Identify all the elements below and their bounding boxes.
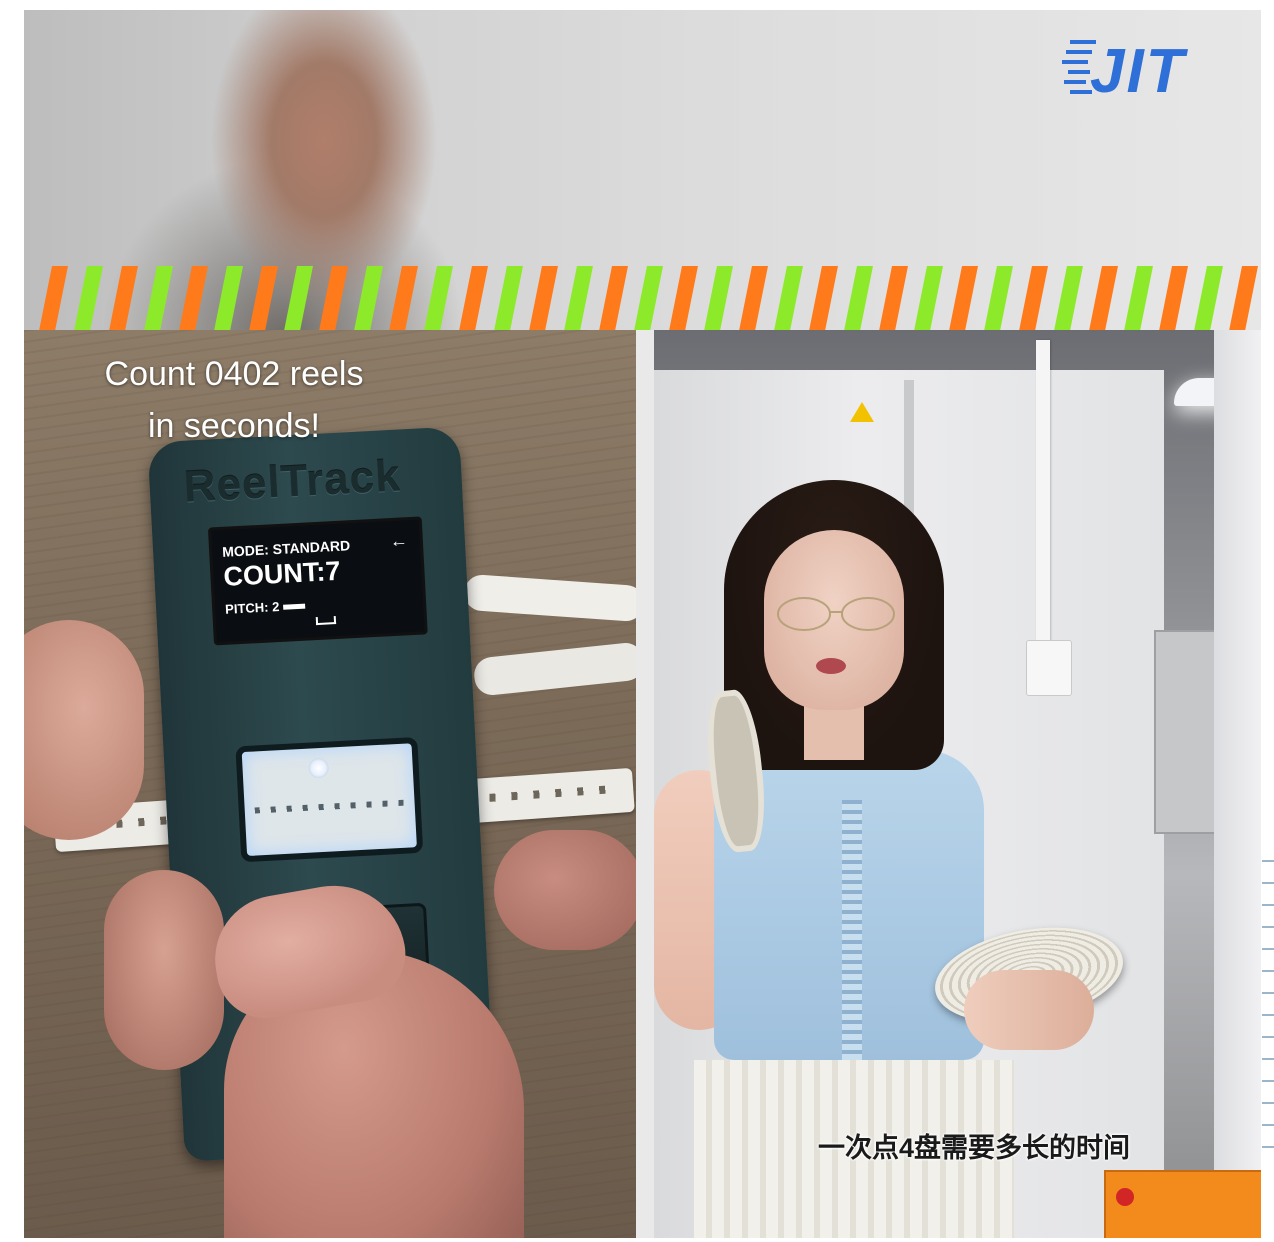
stripe [668, 266, 698, 336]
english-caption: Count 0402 reels in seconds! [64, 348, 404, 452]
stripe [1158, 266, 1188, 336]
stripe [458, 266, 488, 336]
screen-pitch-row: PITCH: 2 [225, 598, 306, 617]
stripe [318, 266, 348, 336]
power-socket [1026, 640, 1072, 696]
finger [24, 620, 144, 840]
stripe [983, 266, 1013, 336]
left-video-panel: ReelTrack MODE: STANDARD ← COUNT:7 PITCH… [24, 330, 636, 1238]
reel-tape [462, 573, 636, 623]
logo-text: JIT [1090, 37, 1189, 106]
stripe [528, 266, 558, 336]
right-video-panel: 一次点4盘需要多长的时间 [654, 330, 1261, 1238]
stripe [248, 266, 278, 336]
stripe [73, 266, 103, 336]
blouse-ruching [842, 800, 862, 1060]
video-frame: JIT ReelTrack MODE: STANDARD ← COUNT:7 P… [24, 10, 1261, 1238]
glasses-icon [777, 597, 895, 631]
screen-count: COUNT:7 [222, 555, 342, 592]
stripe [38, 266, 68, 336]
stripe [913, 266, 943, 336]
stripe [773, 266, 803, 336]
stripe [948, 266, 978, 336]
stripe [843, 266, 873, 336]
stripe [178, 266, 208, 336]
conduit-pipe [1036, 340, 1050, 660]
stripe [1053, 266, 1083, 336]
stripe [423, 266, 453, 336]
stripe [1123, 266, 1153, 336]
pitch-bar-icon [283, 603, 306, 610]
chinese-caption: 一次点4盘需要多长的时间 [817, 1133, 1130, 1163]
finger [494, 830, 636, 950]
bracket-icon [315, 616, 337, 626]
finger [104, 870, 224, 1070]
stripe [1088, 266, 1118, 336]
right-arm [964, 970, 1094, 1050]
stripe [808, 266, 838, 336]
stripe [388, 266, 418, 336]
cropped-edge [1262, 840, 1274, 1160]
english-caption-line-2: in seconds! [148, 407, 320, 445]
hazard-sign-icon [850, 402, 874, 422]
stripe [633, 266, 663, 336]
stripe [213, 266, 243, 336]
stripe [563, 266, 593, 336]
reel-tape [472, 641, 636, 697]
back-arrow-icon: ← [389, 530, 409, 552]
stripe [143, 266, 173, 336]
stripe [353, 266, 383, 336]
stripe [283, 266, 313, 336]
device-brand: ReelTrack [182, 451, 402, 512]
stripe [598, 266, 628, 336]
stripe [703, 266, 733, 336]
emergency-button-icon [1116, 1188, 1134, 1206]
stripe [738, 266, 768, 336]
stripe [1228, 266, 1258, 336]
sensor-led [308, 757, 330, 779]
english-caption-line-1: Count 0402 reels [104, 355, 364, 393]
screen-pitch: PITCH: 2 [224, 598, 280, 617]
tape-window [235, 736, 424, 863]
stripe [493, 266, 523, 336]
mouth [816, 658, 846, 674]
device-screen: MODE: STANDARD ← COUNT:7 PITCH: 2 [207, 516, 428, 646]
stripe [1018, 266, 1048, 336]
jit-logo: JIT [1062, 37, 1189, 106]
window-tape-pockets [254, 799, 405, 814]
stripe [1193, 266, 1223, 336]
right-wall [1214, 330, 1261, 1238]
stripe-divider [38, 266, 1258, 336]
stripe [878, 266, 908, 336]
panel-divider [636, 330, 654, 1238]
stripe [108, 266, 138, 336]
